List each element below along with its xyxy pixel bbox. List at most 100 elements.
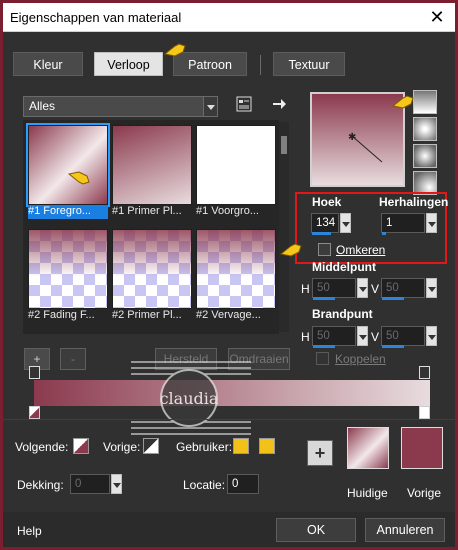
pointing-hand-icon bbox=[391, 95, 414, 109]
cancel-button[interactable]: Annuleren bbox=[365, 518, 445, 542]
midpoint-h-label: H bbox=[301, 282, 310, 296]
color-stop-left[interactable] bbox=[29, 406, 40, 419]
midpoint-h-bar[interactable] bbox=[313, 297, 335, 300]
tab-kleur[interactable]: Kleur bbox=[13, 52, 83, 76]
gradient-thumb[interactable]: #2 Vervage... bbox=[196, 229, 276, 321]
focal-h-spinner[interactable] bbox=[357, 326, 368, 346]
list-view-icon[interactable] bbox=[236, 96, 252, 112]
focal-v-value: 50 bbox=[386, 330, 399, 342]
gradient-thumb-caption: #2 Vervage... bbox=[196, 309, 261, 321]
gradient-thumb-image bbox=[112, 229, 192, 309]
gradient-thumb-image bbox=[112, 125, 192, 205]
pointing-hand-icon bbox=[279, 243, 302, 257]
midpoint-h-value: 50 bbox=[317, 282, 330, 294]
previous-swatch[interactable] bbox=[401, 427, 443, 469]
help-link[interactable]: Help bbox=[17, 524, 42, 538]
midpoint-label: Middelpunt bbox=[312, 260, 376, 274]
title-bar: Eigenschappen van materiaal ✕ bbox=[3, 3, 455, 32]
focal-v-input[interactable]: 50 bbox=[381, 326, 425, 348]
gradient-thumb[interactable]: #2 Primer Pl... bbox=[112, 229, 192, 321]
focal-h-bar[interactable] bbox=[313, 345, 335, 348]
pointing-hand-icon bbox=[67, 171, 90, 185]
chevron-down-icon bbox=[203, 97, 217, 116]
midpoint-h-spinner[interactable] bbox=[357, 278, 368, 298]
gradient-thumb-caption: #1 Voorgro... bbox=[196, 205, 259, 217]
location-input[interactable]: 0 bbox=[227, 474, 259, 494]
focal-h-input[interactable]: 50 bbox=[312, 326, 356, 348]
gallery-scrollbar[interactable] bbox=[279, 122, 289, 332]
add-swatch-button[interactable]: + bbox=[307, 440, 333, 466]
tab-divider bbox=[260, 55, 261, 75]
category-select-value: Alles bbox=[29, 99, 56, 113]
gradient-gallery: #1 Foregro... #1 Primer Pl... #1 Voorgro… bbox=[23, 120, 279, 334]
gradient-thumb-caption: #2 Primer Pl... bbox=[112, 309, 182, 321]
gradient-thumb[interactable]: #2 Fading F... bbox=[28, 229, 108, 321]
dialog-body: Kleur Verloop Patroon Textuur Alles #1 F… bbox=[3, 32, 455, 547]
opacity-spinner[interactable] bbox=[111, 474, 122, 494]
user-color-b[interactable] bbox=[259, 438, 275, 454]
repeats-spinner[interactable] bbox=[426, 213, 437, 233]
user-label: Gebruiker: bbox=[176, 440, 233, 454]
focal-v-spinner[interactable] bbox=[426, 326, 437, 346]
tab-textuur[interactable]: Textuur bbox=[273, 52, 345, 76]
angle-value: 134 bbox=[316, 217, 336, 229]
location-label: Locatie: bbox=[183, 478, 226, 492]
midpoint-v-spinner[interactable] bbox=[426, 278, 437, 298]
linear-style-icon[interactable] bbox=[413, 90, 437, 114]
sunburst-style-icon[interactable] bbox=[413, 144, 437, 168]
category-select[interactable]: Alles bbox=[23, 96, 218, 117]
angle-handle-icon[interactable]: ✱ bbox=[348, 130, 388, 170]
arrow-right-icon[interactable] bbox=[271, 96, 287, 112]
gradient-thumb-image bbox=[26, 123, 110, 207]
svg-text:✱: ✱ bbox=[348, 132, 356, 143]
color-stop-right[interactable] bbox=[419, 406, 430, 419]
midpoint-v-bar[interactable] bbox=[382, 297, 404, 300]
current-swatch[interactable] bbox=[347, 427, 389, 469]
gradient-thumb-caption: #2 Fading F... bbox=[28, 309, 95, 321]
repeats-slider-bar[interactable] bbox=[382, 232, 386, 235]
focal-label: Brandpunt bbox=[312, 307, 373, 321]
angle-spinner[interactable] bbox=[340, 213, 351, 233]
previous-label: Vorige bbox=[407, 486, 442, 500]
top-stop-marker-right[interactable] bbox=[419, 366, 430, 379]
angle-slider-bar[interactable] bbox=[312, 232, 331, 235]
gradient-thumb-caption: #1 Primer Pl... bbox=[112, 205, 182, 217]
prev-color-swatch[interactable] bbox=[143, 438, 159, 454]
midpoint-v-input[interactable]: 50 bbox=[381, 278, 425, 300]
gradient-thumb-caption: #1 Foregro... bbox=[28, 205, 108, 219]
scrollbar-thumb[interactable] bbox=[281, 136, 287, 154]
midpoint-v-value: 50 bbox=[386, 282, 399, 294]
midpoint-h-input[interactable]: 50 bbox=[312, 278, 356, 300]
current-label: Huidige bbox=[347, 486, 388, 500]
focal-v-bar[interactable] bbox=[382, 345, 404, 348]
tab-verloop[interactable]: Verloop bbox=[94, 52, 163, 76]
invert-label: Omkeren bbox=[336, 243, 386, 257]
repeats-label: Herhalingen bbox=[379, 195, 449, 209]
midpoint-v-label: V bbox=[371, 282, 380, 296]
gradient-thumb[interactable]: #1 Primer Pl... bbox=[112, 125, 192, 217]
repeats-input[interactable]: 1 bbox=[381, 213, 425, 235]
invert-checkbox[interactable] bbox=[318, 243, 331, 256]
angle-input[interactable]: 134 bbox=[311, 213, 339, 235]
pointing-hand-icon bbox=[163, 43, 186, 57]
opacity-input[interactable]: 0 bbox=[70, 474, 110, 494]
repeats-value: 1 bbox=[386, 217, 393, 229]
ok-button[interactable]: OK bbox=[276, 518, 356, 542]
remove-stop-button[interactable]: - bbox=[60, 348, 86, 370]
close-icon[interactable]: ✕ bbox=[425, 5, 449, 29]
link-checkbox[interactable] bbox=[316, 352, 329, 365]
next-color-swatch[interactable] bbox=[73, 438, 89, 454]
focal-v-label: V bbox=[371, 330, 380, 344]
gradient-thumb-image bbox=[196, 125, 276, 205]
gradient-thumb[interactable]: #1 Voorgro... bbox=[196, 125, 276, 217]
claudia-watermark: claudia bbox=[131, 361, 251, 435]
opacity-label: Dekking: bbox=[17, 478, 64, 492]
user-color-a[interactable] bbox=[233, 438, 249, 454]
focal-h-value: 50 bbox=[317, 330, 330, 342]
rectangular-style-icon[interactable] bbox=[413, 117, 437, 141]
prev-label: Vorige: bbox=[103, 440, 141, 454]
watermark-text: claudia bbox=[160, 389, 219, 408]
angle-label: Hoek bbox=[312, 195, 342, 209]
top-stop-marker-left[interactable] bbox=[29, 366, 40, 379]
link-label: Koppelen bbox=[335, 352, 386, 366]
